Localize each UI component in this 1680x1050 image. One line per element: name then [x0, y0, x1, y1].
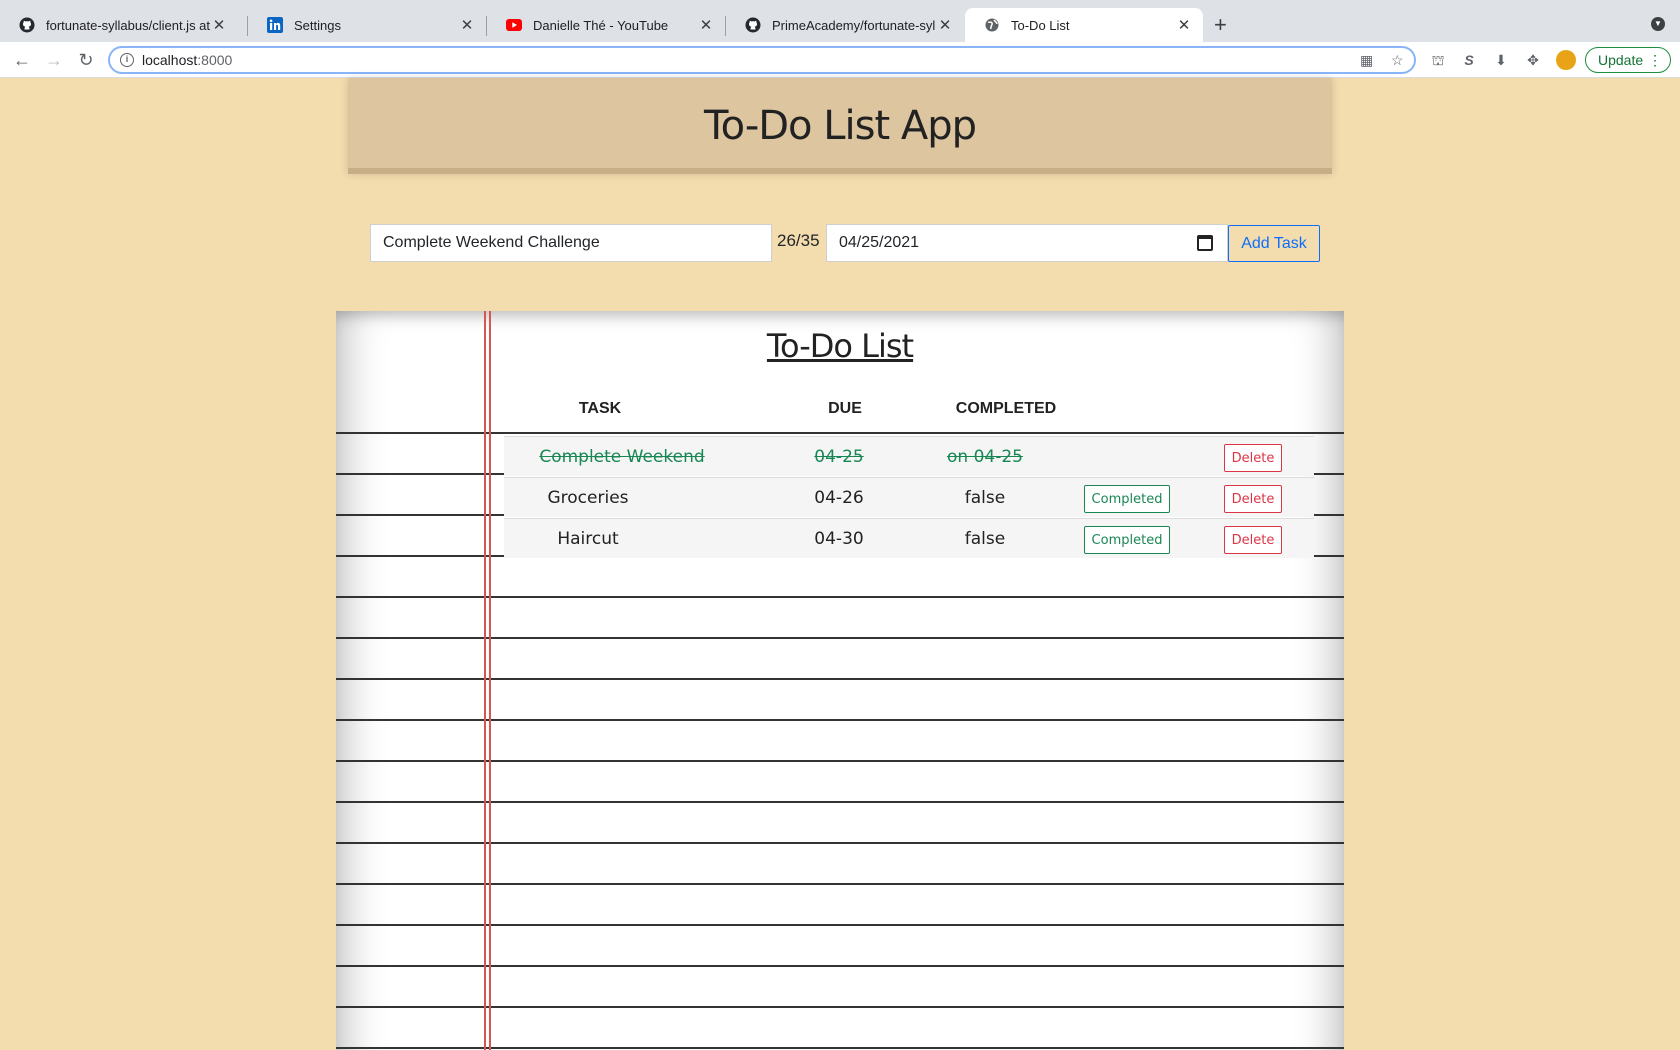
ruled-line: [336, 719, 1344, 721]
download-extension-icon[interactable]: ⬇: [1492, 51, 1510, 69]
close-icon[interactable]: ✕: [936, 16, 954, 34]
task-completed: false: [964, 529, 1006, 549]
forward-icon[interactable]: →: [42, 48, 66, 72]
tab-title: Danielle Thé - YouTube: [533, 17, 669, 33]
puzzle-icon[interactable]: ✥: [1524, 51, 1542, 69]
url-text: localhost:8000: [142, 52, 233, 68]
tab-search-icon[interactable]: ▼: [1651, 17, 1665, 31]
task-completed: on 04-25: [947, 447, 1023, 467]
update-button[interactable]: Update ⋮: [1585, 47, 1671, 73]
list-title: To-Do List: [766, 327, 914, 365]
character-counter: 26/35: [777, 231, 820, 250]
close-icon[interactable]: ✕: [1175, 16, 1193, 34]
task-row: Haircut 04-30 false Completed Delete: [504, 518, 1314, 558]
new-tab-button[interactable]: +: [1214, 12, 1227, 38]
task-row: Complete Weekend Challenge 04-25 on 04-2…: [504, 436, 1314, 507]
ruled-line: [336, 596, 1344, 598]
ruled-line: [336, 965, 1344, 967]
linkedin-icon: [266, 16, 284, 34]
close-icon[interactable]: ✕: [697, 16, 715, 34]
ruled-line: [336, 924, 1344, 926]
back-icon[interactable]: ←: [10, 48, 34, 72]
tab-title: PrimeAcademy/fortunate-syllab: [772, 17, 936, 33]
task-completed: false: [964, 488, 1006, 508]
ruled-line: [336, 1047, 1344, 1049]
app-title: To-Do List App: [703, 103, 977, 149]
calendar-icon[interactable]: [1197, 235, 1213, 251]
delete-button[interactable]: Delete: [1224, 526, 1282, 554]
reload-icon[interactable]: ↻: [74, 48, 98, 72]
notebook-paper: To-Do List TASK DUE COMPLETED Complete W…: [336, 311, 1344, 1050]
github-icon: [744, 16, 762, 34]
task-name: Haircut: [557, 529, 619, 549]
github-icon: [18, 16, 36, 34]
task-name: Complete Weekend Challenge: [539, 447, 705, 507]
tab-fortunate-syllabus[interactable]: fortunate-syllabus/client.js at m ✕: [0, 8, 238, 42]
tab-todo-list[interactable]: To-Do List ✕: [965, 8, 1203, 42]
extension-icon[interactable]: ⛫: [1429, 51, 1447, 69]
bookmark-star-icon[interactable]: ☆: [1391, 52, 1404, 69]
delete-button[interactable]: Delete: [1224, 444, 1282, 472]
address-bar[interactable]: i localhost:8000 ▦ ☆: [108, 46, 1416, 74]
ruled-line: [336, 637, 1344, 639]
qr-code-icon[interactable]: ▦: [1360, 52, 1373, 69]
profile-avatar[interactable]: [1556, 50, 1576, 70]
ruled-line: [336, 883, 1344, 885]
add-task-button[interactable]: Add Task: [1228, 225, 1320, 262]
mark-completed-button[interactable]: Completed: [1084, 485, 1170, 513]
task-row: Groceries 04-26 false Completed Delete: [504, 477, 1314, 517]
task-due: 04-30: [814, 529, 864, 549]
column-header-task: TASK: [578, 400, 622, 417]
tab-primeacademy[interactable]: PrimeAcademy/fortunate-syllab ✕: [726, 8, 964, 42]
ruled-line: [336, 432, 1344, 434]
due-date-input[interactable]: 04/25/2021: [826, 224, 1228, 262]
ruled-line: [336, 1006, 1344, 1008]
ruled-line: [336, 801, 1344, 803]
column-header-completed: COMPLETED: [955, 400, 1057, 417]
browser-toolbar: ← → ↻ i localhost:8000 ▦ ☆ ⛫ S ⬇ ✥ Updat…: [0, 42, 1680, 78]
margin-line: [489, 311, 491, 1050]
tab-title: fortunate-syllabus/client.js at m: [46, 17, 210, 33]
column-header-due: DUE: [828, 400, 862, 417]
task-name: Groceries: [547, 488, 629, 508]
task-input[interactable]: Complete Weekend Challenge: [370, 224, 772, 262]
app-header: To-Do List App: [348, 78, 1332, 174]
delete-button[interactable]: Delete: [1224, 485, 1282, 513]
ruled-line: [336, 678, 1344, 680]
tab-youtube[interactable]: Danielle Thé - YouTube ✕: [487, 8, 725, 42]
close-icon[interactable]: ✕: [210, 16, 228, 34]
tab-title: To-Do List: [1011, 17, 1070, 33]
task-due: 04-25: [814, 447, 864, 467]
due-date-value: 04/25/2021: [839, 234, 920, 251]
youtube-icon: [505, 16, 523, 34]
s-extension-icon[interactable]: S: [1460, 51, 1478, 69]
task-due: 04-26: [814, 488, 864, 508]
margin-line: [484, 311, 486, 1050]
site-info-icon[interactable]: i: [120, 53, 134, 67]
close-icon[interactable]: ✕: [458, 16, 476, 34]
ruled-line: [336, 842, 1344, 844]
globe-icon: [983, 16, 1001, 34]
tab-settings[interactable]: Settings ✕: [248, 8, 486, 42]
tab-title: Settings: [294, 17, 341, 33]
ruled-line: [336, 760, 1344, 762]
mark-completed-button[interactable]: Completed: [1084, 526, 1170, 554]
browser-tab-bar: fortunate-syllabus/client.js at m ✕ Sett…: [0, 0, 1680, 42]
more-menu-icon: ⋮: [1648, 52, 1662, 68]
